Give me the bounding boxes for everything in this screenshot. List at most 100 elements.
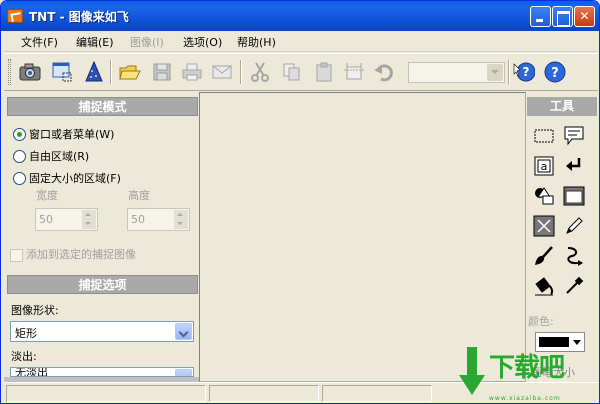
chevron-down-icon[interactable]: [175, 369, 192, 376]
wizard-button[interactable]: [80, 58, 108, 86]
download-arrow-icon: [459, 347, 485, 395]
paste-icon: [316, 62, 332, 82]
copy-icon: [283, 63, 300, 81]
title-bar[interactable]: TNT - 图像来如飞 ✕: [1, 1, 599, 31]
status-cell: [6, 385, 206, 402]
print-button[interactable]: [178, 58, 206, 86]
minimize-button[interactable]: [530, 6, 551, 27]
width-value: 50: [39, 213, 53, 226]
radio-button[interactable]: [13, 149, 26, 163]
capture-options-header: 捕捉选项: [7, 275, 198, 294]
cross-icon: [533, 215, 555, 237]
crop-button[interactable]: [340, 58, 368, 86]
rect-select-tool[interactable]: [533, 125, 555, 147]
undo-button[interactable]: [370, 58, 398, 86]
pencil-icon: [566, 217, 583, 234]
brush-icon: [535, 246, 553, 265]
spin-arrows-icon[interactable]: [174, 210, 188, 229]
save-icon: [153, 63, 171, 81]
screen-capture-button[interactable]: [48, 58, 76, 86]
save-button[interactable]: [148, 58, 176, 86]
eyedropper-tool[interactable]: [563, 275, 585, 297]
cut-button[interactable]: [246, 58, 274, 86]
svg-text:a: a: [541, 160, 548, 173]
undo-icon: [374, 64, 393, 82]
cross-tool[interactable]: [533, 215, 555, 237]
shape-select[interactable]: 矩形: [10, 321, 194, 342]
fade-label: 淡出:: [11, 350, 37, 363]
screen-capture-icon: [52, 62, 72, 82]
toolbar-grip[interactable]: [8, 59, 11, 85]
radio-button[interactable]: [13, 171, 26, 185]
cut-icon: [251, 62, 269, 82]
close-button[interactable]: ✕: [574, 6, 595, 27]
fade-value: 无淡出: [15, 367, 48, 377]
callout-tool[interactable]: [563, 125, 585, 147]
toolbar-combo[interactable]: [408, 62, 505, 83]
print-icon: [182, 63, 202, 81]
open-button[interactable]: [116, 58, 144, 86]
status-cell: [322, 385, 432, 402]
menu-bar: 文件(F) 编辑(E) 图像(I) 选项(O) 帮助(H): [4, 31, 598, 52]
capture-mode-header: 捕捉模式: [7, 97, 198, 116]
radio-button[interactable]: [13, 127, 26, 141]
watermark-logo: 下载吧 www.xiazaiba.com: [459, 341, 599, 403]
menu-edit[interactable]: 编辑(E): [76, 34, 114, 50]
radio-window-or-menu[interactable]: 窗口或者菜单(W): [13, 126, 114, 142]
radio-free-region[interactable]: 自由区域(R): [13, 148, 89, 164]
rect-select-icon: [534, 129, 554, 143]
text-tool[interactable]: a: [533, 155, 555, 177]
chevron-down-icon[interactable]: [487, 64, 503, 81]
toolbar-separator: [240, 60, 242, 84]
help-icon: ?: [513, 62, 535, 82]
window-title: TNT - 图像来如飞: [29, 10, 129, 24]
tools-panel: 工具 a 颜色: 画笔大小: [527, 92, 598, 382]
fill-tool[interactable]: [533, 275, 555, 297]
image-canvas[interactable]: [199, 92, 526, 382]
text-icon: a: [534, 156, 554, 176]
fill-bucket-icon: [535, 277, 554, 296]
open-folder-icon: [119, 65, 141, 80]
left-panel: 捕捉模式 窗口或者菜单(W) 自由区域(R) 固定大小的区域(F) 宽度 高度 …: [4, 92, 199, 382]
pencil-tool[interactable]: [563, 215, 585, 237]
paste-button[interactable]: [310, 58, 338, 86]
info-icon: ?: [544, 61, 566, 83]
chevron-down-icon[interactable]: [175, 323, 192, 340]
curve-tool[interactable]: [563, 245, 585, 267]
app-logo-icon: [7, 9, 23, 23]
shape-value: 矩形: [15, 327, 37, 340]
app-window: TNT - 图像来如飞 ✕ 文件(F) 编辑(E) 图像(I) 选项(O) 帮助…: [0, 0, 600, 404]
maximize-button[interactable]: [552, 6, 573, 27]
camera-button[interactable]: [16, 58, 44, 86]
color-label: 颜色:: [528, 315, 554, 328]
tools-header: 工具: [527, 97, 597, 116]
height-value: 50: [131, 213, 145, 226]
height-label: 高度: [128, 189, 150, 202]
eyedropper-icon: [566, 276, 584, 294]
curve-icon: [567, 247, 583, 266]
checkbox[interactable]: [10, 248, 23, 262]
arrow-tool[interactable]: [563, 155, 585, 177]
add-to-selected-checkbox[interactable]: 添加到选定的捕捉图像: [10, 246, 136, 262]
menu-image[interactable]: 图像(I): [130, 34, 164, 50]
brush-tool[interactable]: [533, 245, 555, 267]
spin-arrows-icon[interactable]: [82, 210, 96, 229]
email-button[interactable]: [208, 58, 236, 86]
width-stepper[interactable]: 50: [35, 208, 98, 231]
menu-help[interactable]: 帮助(H): [237, 34, 276, 50]
menu-options[interactable]: 选项(O): [183, 34, 222, 50]
about-button[interactable]: ?: [541, 58, 569, 86]
frame-tool[interactable]: [563, 185, 585, 207]
shapes-icon: [535, 187, 554, 205]
shape-label: 图像形状:: [11, 304, 59, 317]
status-cell: [209, 385, 319, 402]
shapes-tool[interactable]: [533, 185, 555, 207]
arrow-icon: [566, 158, 581, 171]
fade-select[interactable]: 无淡出: [10, 367, 194, 377]
toolbar: ? ?: [4, 53, 598, 91]
whats-this-button[interactable]: ?: [510, 58, 538, 86]
height-stepper[interactable]: 50: [127, 208, 190, 231]
radio-fixed-size[interactable]: 固定大小的区域(F): [13, 170, 121, 186]
copy-button[interactable]: [278, 58, 306, 86]
menu-file[interactable]: 文件(F): [21, 34, 58, 50]
